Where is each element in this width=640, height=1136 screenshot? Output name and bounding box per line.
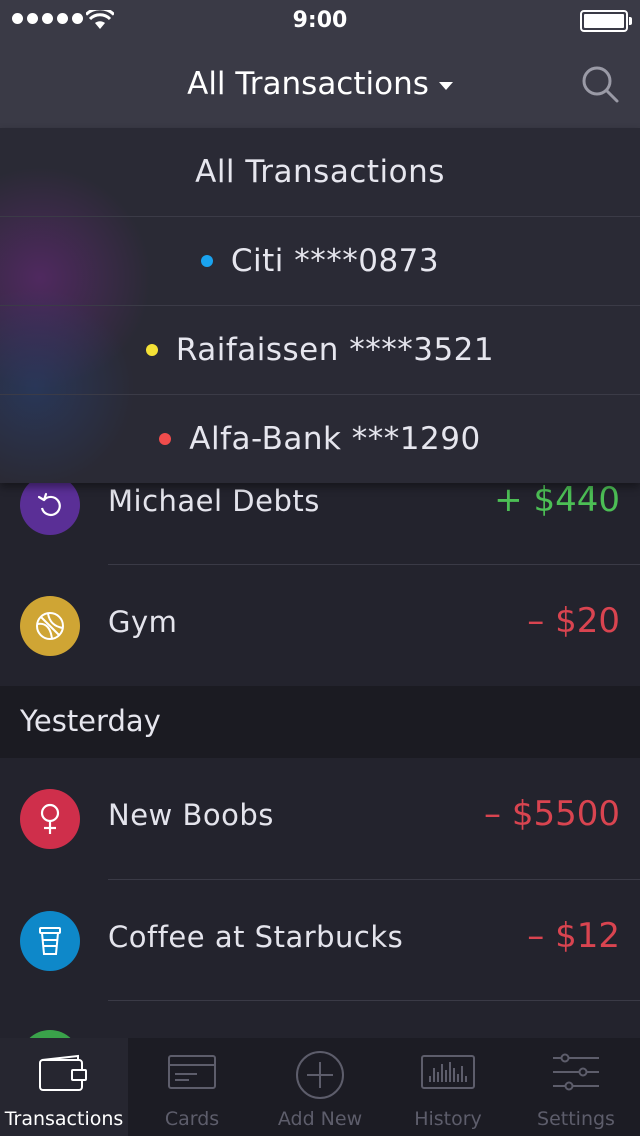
card-icon — [168, 1055, 216, 1089]
account-color-dot — [200, 255, 213, 267]
dropdown-item-all-transactions[interactable]: All Transactions — [0, 128, 640, 217]
dropdown-item-raifaissen[interactable]: Raifaissen ****3521 — [0, 306, 640, 395]
transaction-name: New Boobs — [108, 798, 274, 832]
dropdown-item-label: All Transactions — [195, 154, 445, 190]
female-icon — [20, 789, 80, 849]
section-label: Yesterday — [20, 704, 161, 738]
dropdown-item-label: Alfa-Bank ***1290 — [189, 421, 481, 457]
divider — [108, 1000, 640, 1001]
transaction-name: Gym — [108, 605, 178, 639]
basketball-icon — [20, 596, 80, 656]
tab-label: Cards — [164, 1108, 220, 1130]
plus-circle-icon — [296, 1051, 344, 1099]
tab-cards[interactable]: Cards — [128, 1038, 256, 1136]
status-time: 9:00 — [292, 8, 348, 33]
caret-down-icon — [438, 81, 453, 90]
dropdown-item-alfa-bank[interactable]: Alfa-Bank ***1290 — [0, 395, 640, 483]
dropdown-item-citi[interactable]: Citi ****0873 — [0, 217, 640, 306]
list-item[interactable]: Gym – $20 — [0, 565, 640, 687]
transaction-amount: – $20 — [527, 601, 620, 641]
transaction-name: Coffee at Starbucks — [108, 920, 404, 954]
page-title: All Transactions — [187, 66, 429, 102]
list-item[interactable]: Coffee at Starbucks – $12 — [0, 880, 640, 1002]
search-icon[interactable] — [580, 64, 620, 104]
coffee-cup-icon — [20, 911, 80, 971]
account-color-dot — [159, 433, 172, 445]
account-dropdown-menu: All Transactions Citi ****0873 Raifaisse… — [0, 128, 640, 483]
transaction-amount: + $440 — [494, 480, 620, 520]
tab-bar: Transactions Cards Add New History Setti… — [0, 1038, 640, 1136]
dropdown-item-label: Raifaissen ****3521 — [175, 332, 495, 368]
tab-label: Add New — [277, 1108, 363, 1130]
transaction-amount: – $12 — [527, 916, 620, 956]
account-color-dot — [145, 344, 158, 356]
history-icon — [421, 1055, 475, 1089]
refresh-icon — [20, 475, 80, 535]
section-header: Yesterday — [0, 686, 640, 758]
top-bar: 9:00 All Transactions — [0, 0, 640, 128]
account-filter-dropdown[interactable]: All Transactions — [0, 66, 640, 102]
battery-icon — [580, 10, 632, 32]
tab-label: Settings — [537, 1108, 615, 1130]
transaction-name: Michael Debts — [108, 484, 320, 518]
tab-transactions[interactable]: Transactions — [0, 1038, 128, 1136]
dropdown-item-label: Citi ****0873 — [230, 243, 440, 279]
wallet-icon — [39, 1054, 87, 1091]
transaction-amount: – $5500 — [484, 794, 620, 834]
tab-history[interactable]: History — [384, 1038, 512, 1136]
sliders-icon — [553, 1053, 599, 1091]
tab-label: Transactions — [4, 1108, 124, 1130]
tab-label: History — [414, 1108, 482, 1130]
tab-add-new[interactable]: Add New — [256, 1038, 384, 1136]
tab-settings[interactable]: Settings — [512, 1038, 640, 1136]
list-item[interactable]: New Boobs – $5500 — [0, 758, 640, 880]
